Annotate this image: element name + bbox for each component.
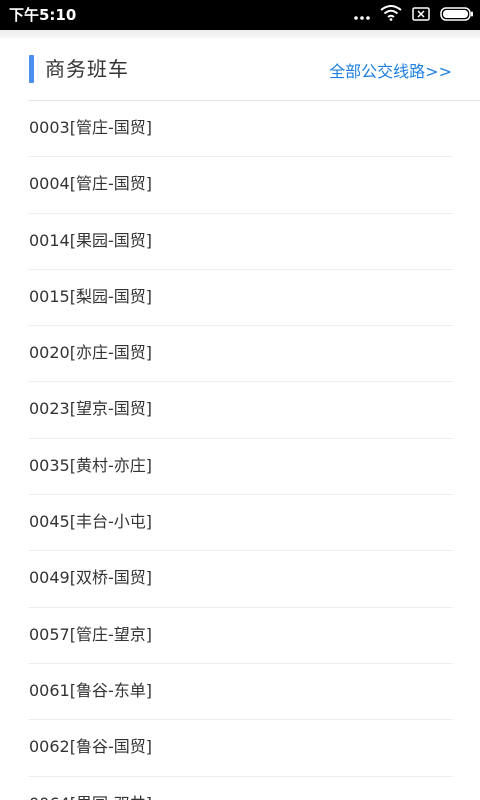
route-list-item[interactable]: 0014[果园-国贸] (28, 214, 453, 270)
no-sim-icon (412, 6, 430, 25)
top-shade (0, 30, 480, 38)
route-label: 0015[梨园-国贸] (29, 286, 152, 306)
route-list-item[interactable]: 0015[梨园-国贸] (28, 270, 453, 327)
route-label: 0062[鲁谷-国贸] (29, 737, 152, 757)
section-header: 商务班车 全部公交线路>> (0, 38, 480, 101)
route-list-item[interactable]: 0061[鲁谷-东单] (28, 664, 453, 721)
battery-icon (440, 6, 474, 25)
route-list-item[interactable]: 0023[望京-国贸] (28, 382, 453, 439)
route-label: 0064[果园-双井] (29, 794, 152, 800)
route-list-item[interactable]: 0045[丰台-小屯] (28, 495, 453, 552)
status-bar: 下午5:10 (0, 0, 480, 30)
route-list-item[interactable]: 0035[黄村-亦庄] (28, 439, 453, 496)
route-label: 0023[望京-国贸] (29, 399, 152, 419)
accent-bar (29, 55, 34, 83)
route-list: 0003[管庄-国贸] 0004[管庄-国贸] 0014[果园-国贸] 0015[梨园… (0, 101, 480, 800)
route-label: 0049[双桥-国贸] (29, 568, 152, 588)
route-list-item[interactable]: 0057[管庄-望京] (28, 608, 453, 664)
wifi-icon (380, 5, 402, 25)
route-list-item[interactable]: 0064[果园-双井] (28, 777, 453, 800)
route-label: 0014[果园-国贸] (29, 230, 152, 250)
status-time: 下午5:10 (9, 6, 77, 24)
route-label: 0057[管庄-望京] (29, 624, 152, 644)
status-icons (344, 5, 474, 25)
route-label: 0004[管庄-国贸] (29, 174, 152, 194)
route-list-item[interactable]: 0020[亦庄-国贸] (28, 326, 453, 383)
more-dots-icon (354, 6, 370, 25)
page-title: 商务班车 (45, 57, 129, 81)
all-routes-link[interactable]: 全部公交线路>> (329, 62, 452, 82)
route-list-item[interactable]: 0004[管庄-国贸] (28, 157, 453, 214)
route-label: 0045[丰台-小屯] (29, 512, 152, 532)
route-label: 0020[亦庄-国贸] (29, 343, 152, 363)
route-label: 0061[鲁谷-东单] (29, 680, 152, 700)
route-label: 0035[黄村-亦庄] (29, 455, 152, 475)
route-list-item[interactable]: 0049[双桥-国贸] (28, 551, 453, 608)
route-label: 0003[管庄-国贸] (29, 118, 152, 137)
route-list-item[interactable]: 0062[鲁谷-国贸] (28, 720, 453, 777)
route-list-item[interactable]: 0003[管庄-国贸] (28, 101, 453, 158)
